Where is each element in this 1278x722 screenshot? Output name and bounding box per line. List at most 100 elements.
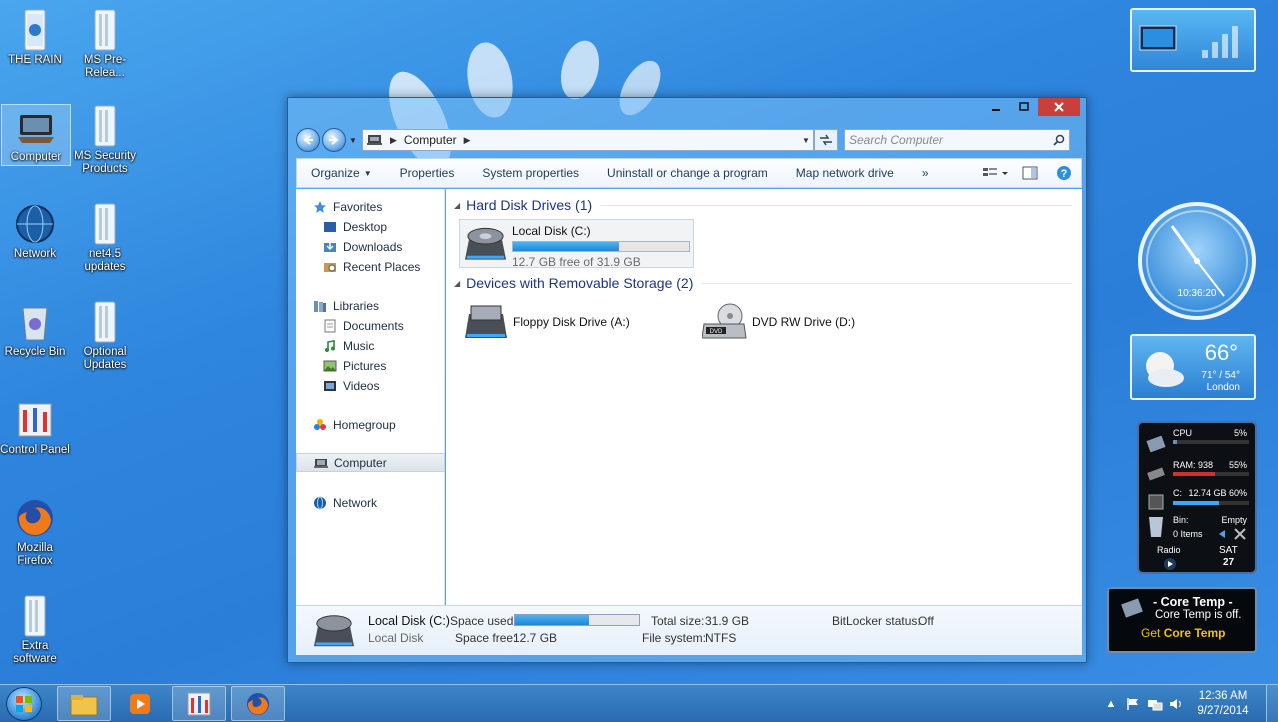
desktop-icon-recycle-bin[interactable]: Recycle Bin bbox=[0, 300, 70, 359]
desktop-icon-ms-pre-release[interactable]: MS Pre-Relea... bbox=[70, 8, 140, 80]
drive-local-disk-c[interactable]: Local Disk (C:) 12.7 GB free of 31.9 GB bbox=[459, 219, 694, 269]
drive-capacity-fill bbox=[513, 242, 619, 251]
back-button[interactable] bbox=[296, 128, 320, 152]
map-network-drive-button[interactable]: Map network drive bbox=[782, 166, 908, 180]
properties-button[interactable]: Properties bbox=[386, 166, 469, 180]
desktop-icon-mozilla-firefox[interactable]: Mozilla Firefox bbox=[0, 496, 70, 568]
show-hidden-icons-button[interactable]: ▲ bbox=[1100, 693, 1122, 715]
collapse-arrow-icon[interactable]: ◢ bbox=[454, 279, 460, 288]
desktop-icon-net45-updates[interactable]: net4.5 updates bbox=[70, 202, 140, 274]
taskbar-media-player[interactable] bbox=[115, 686, 165, 721]
refresh-button[interactable] bbox=[814, 129, 838, 151]
core-temp-get-link[interactable]: Get Core Temp bbox=[1141, 626, 1225, 640]
breadcrumb-computer[interactable]: Computer bbox=[404, 133, 457, 147]
disk-bar bbox=[1173, 501, 1249, 505]
forward-button[interactable] bbox=[322, 128, 346, 152]
desktop-icon-ms-security[interactable]: MS Security Products bbox=[70, 104, 140, 176]
recent-pages-dropdown[interactable]: ▼ bbox=[348, 128, 358, 152]
clock-time: 10:36:20 bbox=[1177, 288, 1217, 299]
disk-value: 12.74 GB 60% bbox=[1188, 488, 1247, 498]
collapse-arrow-icon[interactable]: ◢ bbox=[454, 201, 460, 210]
firefox-icon bbox=[17, 500, 53, 536]
system-properties-button[interactable]: System properties bbox=[468, 166, 593, 180]
desktop-icon-computer[interactable]: Computer bbox=[1, 104, 71, 166]
group-header-hard-disk[interactable]: ◢ Hard Disk Drives (1) bbox=[454, 197, 1072, 213]
desktop-icon-optional-updates[interactable]: Optional Updates bbox=[70, 300, 140, 372]
hard-drive-icon bbox=[464, 227, 507, 260]
radio-label[interactable]: Radio bbox=[1157, 545, 1181, 555]
bin-actions-icon[interactable] bbox=[1217, 527, 1247, 541]
hard-drive-icon bbox=[313, 615, 355, 647]
taskbar-clock[interactable]: 12:36 AM 9/27/2014 bbox=[1188, 689, 1258, 719]
minimize-button[interactable] bbox=[982, 98, 1010, 116]
close-button[interactable] bbox=[1038, 98, 1080, 116]
cpu-chip-icon bbox=[1121, 598, 1143, 618]
floppy-drive-icon bbox=[465, 305, 507, 338]
taskbar-firefox[interactable] bbox=[231, 686, 285, 721]
uninstall-program-button[interactable]: Uninstall or change a program bbox=[593, 166, 782, 180]
computer-icon bbox=[18, 115, 54, 143]
preview-pane-icon bbox=[1022, 166, 1038, 180]
bin-items: 0 Items bbox=[1173, 529, 1203, 539]
nav-favorites[interactable]: Favorites bbox=[312, 197, 461, 216]
details-space-free-value: 12.7 GB bbox=[513, 631, 558, 645]
weather-gadget[interactable]: 66° 71° / 54° London bbox=[1130, 334, 1256, 400]
drive-dvd-d[interactable]: DVD DVD RW Drive (D:) bbox=[702, 299, 902, 345]
disk-bar-fill bbox=[1173, 501, 1219, 505]
help-button[interactable]: ? bbox=[1047, 159, 1081, 187]
nav-homegroup[interactable]: Homegroup bbox=[312, 415, 461, 434]
desktop-icon-control-panel[interactable]: Control Panel bbox=[0, 398, 70, 457]
recent-places-icon bbox=[324, 262, 336, 272]
details-total-size-label: Total size: bbox=[651, 614, 705, 628]
search-icon bbox=[1053, 134, 1065, 146]
details-total-size-value: 31.9 GB bbox=[705, 614, 750, 628]
cpu-label: CPU bbox=[1173, 428, 1193, 438]
recycle-bin-icon bbox=[1149, 517, 1163, 537]
address-dropdown[interactable]: ▼ bbox=[799, 136, 813, 145]
start-button[interactable] bbox=[6, 687, 42, 721]
preview-pane-button[interactable] bbox=[1013, 159, 1047, 187]
search-input[interactable]: Search Computer bbox=[844, 129, 1070, 151]
calendar-day: SAT bbox=[1219, 545, 1238, 556]
dvd-drive-icon: DVD bbox=[702, 303, 747, 339]
desktop-icon-extra-software[interactable]: Extra software bbox=[0, 594, 70, 666]
network-status-icon[interactable] bbox=[1144, 693, 1166, 715]
explorer-window[interactable]: ▼ ▶ Computer ▶ ▼ Search Computer Organiz… bbox=[287, 97, 1087, 663]
arrow-left-icon bbox=[303, 135, 313, 145]
play-icon[interactable] bbox=[1163, 557, 1177, 571]
show-desktop-button[interactable] bbox=[1266, 685, 1278, 722]
group-header-removable[interactable]: ◢ Devices with Removable Storage (2) bbox=[454, 275, 1072, 291]
details-file-system-value: NTFS bbox=[705, 631, 737, 645]
desktop-icon-the-rain[interactable]: THE RAIN bbox=[0, 8, 70, 67]
details-file-system-label: File system: bbox=[642, 631, 707, 645]
refresh-icon bbox=[820, 134, 832, 146]
volume-icon[interactable] bbox=[1166, 693, 1188, 715]
nav-libraries[interactable]: Libraries bbox=[312, 296, 461, 315]
navigation-pane: Favorites Desktop Downloads Recent Place… bbox=[296, 189, 445, 605]
address-bar[interactable]: ▶ Computer ▶ ▼ bbox=[362, 129, 814, 151]
folder-icon bbox=[94, 203, 116, 245]
system-meter-gadget[interactable]: CPU 5% RAM: 938 55% C: 12.74 GB 60% Bin:… bbox=[1137, 421, 1257, 574]
nav-network[interactable]: Network bbox=[312, 493, 461, 512]
organize-button[interactable]: Organize ▼ bbox=[297, 166, 386, 180]
disk-label: C: bbox=[1173, 488, 1182, 498]
core-temp-gadget[interactable]: - Core Temp - Core Temp is off. Get Core… bbox=[1107, 587, 1257, 653]
drive-floppy-a[interactable]: Floppy Disk Drive (A:) bbox=[463, 299, 663, 345]
breadcrumb-separator[interactable]: ▶ bbox=[464, 135, 471, 146]
desktop-icon-network[interactable]: Network bbox=[0, 202, 70, 261]
clock-face-icon bbox=[1146, 210, 1248, 312]
nav-computer[interactable]: Computer bbox=[296, 453, 445, 472]
svg-text:?: ? bbox=[1061, 168, 1068, 180]
more-commands-button[interactable]: » bbox=[908, 166, 943, 180]
network-meter-gadget[interactable] bbox=[1130, 8, 1256, 72]
taskbar-control-panel[interactable] bbox=[172, 686, 226, 721]
clock-gadget[interactable]: 10:36:20 bbox=[1138, 202, 1256, 320]
file-explorer-icon bbox=[70, 694, 98, 715]
taskbar-file-explorer[interactable] bbox=[57, 686, 111, 721]
breadcrumb-separator[interactable]: ▶ bbox=[390, 135, 397, 146]
maximize-button[interactable] bbox=[1010, 98, 1038, 116]
action-center-icon[interactable] bbox=[1122, 693, 1144, 715]
change-view-button[interactable] bbox=[979, 159, 1013, 187]
window-controls bbox=[982, 98, 1080, 118]
desktop-icon-label: Extra software bbox=[13, 640, 57, 665]
